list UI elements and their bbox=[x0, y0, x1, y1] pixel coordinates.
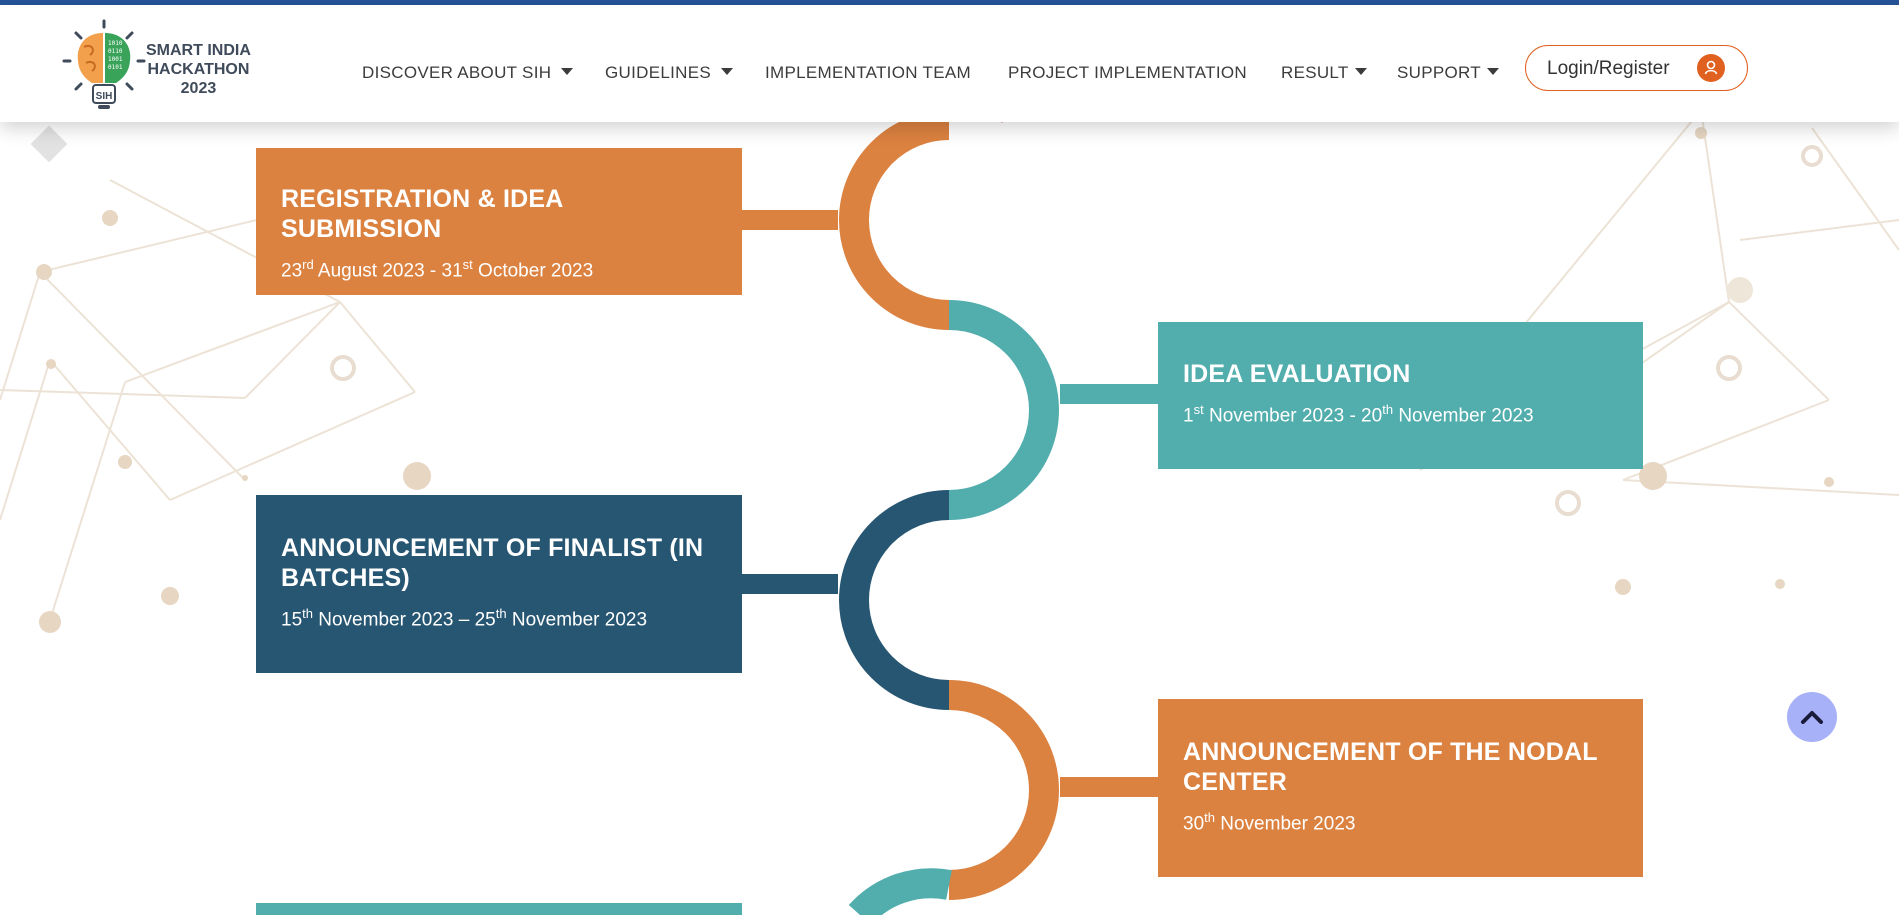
timeline-card-partial bbox=[256, 903, 742, 915]
bulb-brain-icon: 1010011010010101 SIH bbox=[62, 19, 146, 109]
card-date: 15th November 2023 – 25th November 2023 bbox=[281, 606, 648, 631]
timeline-segment-4 bbox=[848, 868, 952, 915]
timeline-segment-2 bbox=[839, 490, 950, 710]
timeline-card-idea-evaluation: IDEA EVALUATION 1st November 2023 - 20th… bbox=[1158, 322, 1643, 469]
timeline-card-finalists: ANNOUNCEMENT OF FINALIST (IN BATCHES) 15… bbox=[256, 495, 742, 673]
user-icon bbox=[1697, 54, 1725, 82]
timeline-card-registration: REGISTRATION & IDEA SUBMISSION 23rd Augu… bbox=[256, 148, 742, 295]
nav-discover-about-sih[interactable]: DISCOVER ABOUT SIH bbox=[362, 63, 574, 83]
caret-down-icon bbox=[1354, 68, 1367, 76]
nav-result[interactable]: RESULT bbox=[1281, 63, 1367, 83]
login-register-label: Login/Register bbox=[1547, 58, 1670, 79]
caret-down-icon bbox=[720, 68, 733, 76]
card-title: ANNOUNCEMENT OF THE NODAL CENTER bbox=[1183, 738, 1598, 796]
scroll-to-top-button[interactable] bbox=[1787, 692, 1837, 742]
nav-guidelines[interactable]: GUIDELINES bbox=[605, 63, 733, 83]
brand-text: SMART INDIA HACKATHON 2023 bbox=[146, 42, 251, 97]
card-title: IDEA EVALUATION bbox=[1183, 360, 1411, 388]
card-title: REGISTRATION & IDEA SUBMISSION bbox=[281, 185, 563, 243]
chevron-up-icon bbox=[1801, 711, 1823, 724]
card-title: ANNOUNCEMENT OF FINALIST (IN BATCHES) bbox=[281, 534, 704, 592]
svg-text:1010: 1010 bbox=[108, 40, 123, 47]
card-date: 30th November 2023 bbox=[1183, 810, 1356, 835]
nav-implementation-team[interactable]: IMPLEMENTATION TEAM bbox=[765, 63, 971, 83]
timeline-segment-3 bbox=[948, 680, 1059, 900]
svg-text:0110: 0110 bbox=[108, 48, 123, 55]
timeline-segment-1 bbox=[948, 300, 1059, 520]
nav-support[interactable]: SUPPORT bbox=[1397, 63, 1499, 83]
sih-logo[interactable]: 1010 0110 1001 0101 SIH SMART INDIA HACKATH… bbox=[62, 17, 252, 113]
card-date: 23rd August 2023 - 31st October 2023 bbox=[281, 257, 594, 282]
caret-down-icon bbox=[1486, 68, 1499, 76]
svg-text:SIH: SIH bbox=[96, 91, 113, 102]
navbar: 1010 0110 1001 0101 SIH SMART INDIA HACKATH… bbox=[0, 5, 1899, 122]
card-date: 1st November 2023 - 20th November 2023 bbox=[1183, 402, 1534, 427]
nav-project-implementation[interactable]: PROJECT IMPLEMENTATION bbox=[1008, 63, 1247, 83]
caret-down-icon bbox=[561, 68, 574, 76]
login-register-button[interactable]: Login/Register bbox=[1525, 45, 1748, 91]
svg-text:1001: 1001 bbox=[108, 56, 123, 63]
timeline-card-nodal-center: ANNOUNCEMENT OF THE NODAL CENTER 30th No… bbox=[1158, 699, 1643, 877]
timeline-segment-0 bbox=[839, 110, 950, 330]
svg-text:0101: 0101 bbox=[108, 64, 123, 71]
